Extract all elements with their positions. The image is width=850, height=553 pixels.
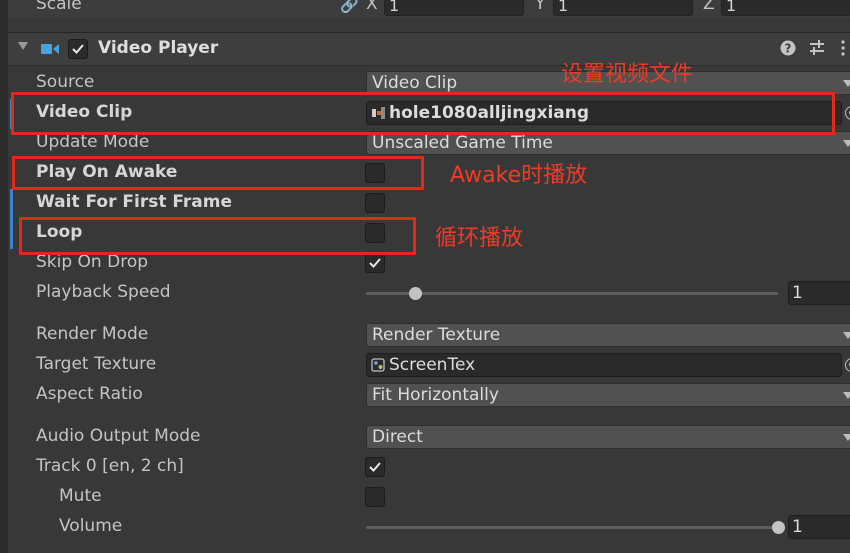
component-title: Video Player <box>98 38 219 58</box>
render-mode-value: Render Texture <box>372 325 501 345</box>
render-mode-dropdown[interactable]: Render Texture <box>366 323 850 347</box>
wait-first-frame-checkbox[interactable] <box>365 193 385 213</box>
foldout-arrow-icon[interactable] <box>18 42 28 50</box>
skip-on-drop-label: Skip On Drop <box>36 252 149 272</box>
scale-label: Scale <box>36 0 82 14</box>
row-target-texture: Target Texture ScreenTex <box>8 351 850 381</box>
aspect-ratio-dropdown[interactable]: Fit Horizontally <box>366 383 850 407</box>
override-marker <box>10 219 13 249</box>
component-enabled-checkbox[interactable] <box>68 39 88 59</box>
sliders-icon[interactable] <box>808 39 826 57</box>
row-render-mode: Render Mode Render Texture <box>8 321 850 351</box>
scale-x-field[interactable]: 1 <box>384 0 524 16</box>
dropdown-arrow-icon <box>843 434 850 441</box>
row-track0: Track 0 [en, 2 ch] <box>8 453 850 483</box>
update-mode-label: Update Mode <box>36 132 150 152</box>
row-mute: Mute <box>8 483 850 513</box>
wait-first-frame-label: Wait For First Frame <box>36 192 233 212</box>
playback-speed-slider-thumb[interactable] <box>409 287 423 300</box>
dropdown-arrow-icon <box>843 332 850 339</box>
row-audio-output-mode: Audio Output Mode Direct <box>8 423 850 453</box>
scale-y-label: Y <box>535 0 546 14</box>
annotation-box-play-on-awake <box>12 156 424 190</box>
playback-speed-field[interactable]: 1 <box>788 281 850 305</box>
video-camera-icon <box>41 44 59 54</box>
object-picker-icon[interactable] <box>845 358 850 372</box>
playback-speed-label: Playback Speed <box>36 282 171 302</box>
row-volume: Volume 1 <box>8 513 850 543</box>
annotation-box-video-clip <box>11 92 835 135</box>
scale-z-label: Z <box>703 0 715 14</box>
mute-checkbox[interactable] <box>365 487 385 507</box>
volume-slider-thumb[interactable] <box>772 521 785 534</box>
override-marker <box>10 189 13 219</box>
component-header[interactable]: Video Player ? <box>8 32 850 66</box>
render-mode-label: Render Mode <box>36 324 149 344</box>
source-label: Source <box>36 72 95 92</box>
mute-label: Mute <box>59 486 102 506</box>
skip-on-drop-checkbox[interactable] <box>365 253 385 273</box>
target-texture-label: Target Texture <box>36 354 157 374</box>
source-value: Video Clip <box>372 73 458 93</box>
track0-checkbox[interactable] <box>365 457 385 477</box>
volume-label: Volume <box>59 516 123 536</box>
kebab-menu-icon[interactable] <box>838 39 848 57</box>
dropdown-arrow-icon <box>843 140 850 147</box>
svg-text:?: ? <box>785 42 792 56</box>
scale-row: Scale 🔗 X 1 Y 1 Z 1 <box>8 0 850 18</box>
scale-y-field[interactable]: 1 <box>553 0 693 16</box>
dropdown-arrow-icon <box>843 80 850 87</box>
annotation-loop-play: 循环播放 <box>435 226 524 251</box>
annotation-awake-play: Awake时播放 <box>450 163 588 188</box>
checkmark-icon <box>72 44 84 54</box>
audio-output-mode-dropdown[interactable]: Direct <box>366 425 850 449</box>
help-icon[interactable]: ? <box>779 39 797 57</box>
playback-speed-slider-track[interactable] <box>366 292 778 295</box>
left-gutter <box>0 0 8 553</box>
row-wait-first-frame: Wait For First Frame <box>8 189 850 219</box>
volume-field[interactable]: 1 <box>788 515 850 539</box>
render-texture-icon <box>371 358 385 372</box>
checkmark-icon <box>369 258 381 268</box>
object-picker-icon[interactable] <box>845 106 850 120</box>
target-texture-value: ScreenTex <box>389 355 476 375</box>
checkmark-icon <box>369 462 381 472</box>
aspect-ratio-value: Fit Horizontally <box>372 385 499 405</box>
target-texture-field[interactable]: ScreenTex <box>366 353 850 377</box>
row-playback-speed: Playback Speed 1 <box>8 279 850 309</box>
constrain-link-icon[interactable]: 🔗 <box>340 0 359 14</box>
scale-x-label: X <box>366 0 378 14</box>
dropdown-arrow-icon <box>843 392 850 399</box>
scale-z-field[interactable]: 1 <box>721 0 850 16</box>
audio-output-mode-value: Direct <box>372 427 423 447</box>
audio-output-mode-label: Audio Output Mode <box>36 426 201 446</box>
row-aspect-ratio: Aspect Ratio Fit Horizontally <box>8 381 850 411</box>
annotation-box-loop <box>19 217 416 255</box>
aspect-ratio-label: Aspect Ratio <box>36 384 143 404</box>
track0-label: Track 0 [en, 2 ch] <box>36 456 184 476</box>
volume-slider-track[interactable] <box>366 526 778 529</box>
annotation-video-file: 设置视频文件 <box>561 62 694 87</box>
update-mode-value: Unscaled Game Time <box>372 133 553 153</box>
